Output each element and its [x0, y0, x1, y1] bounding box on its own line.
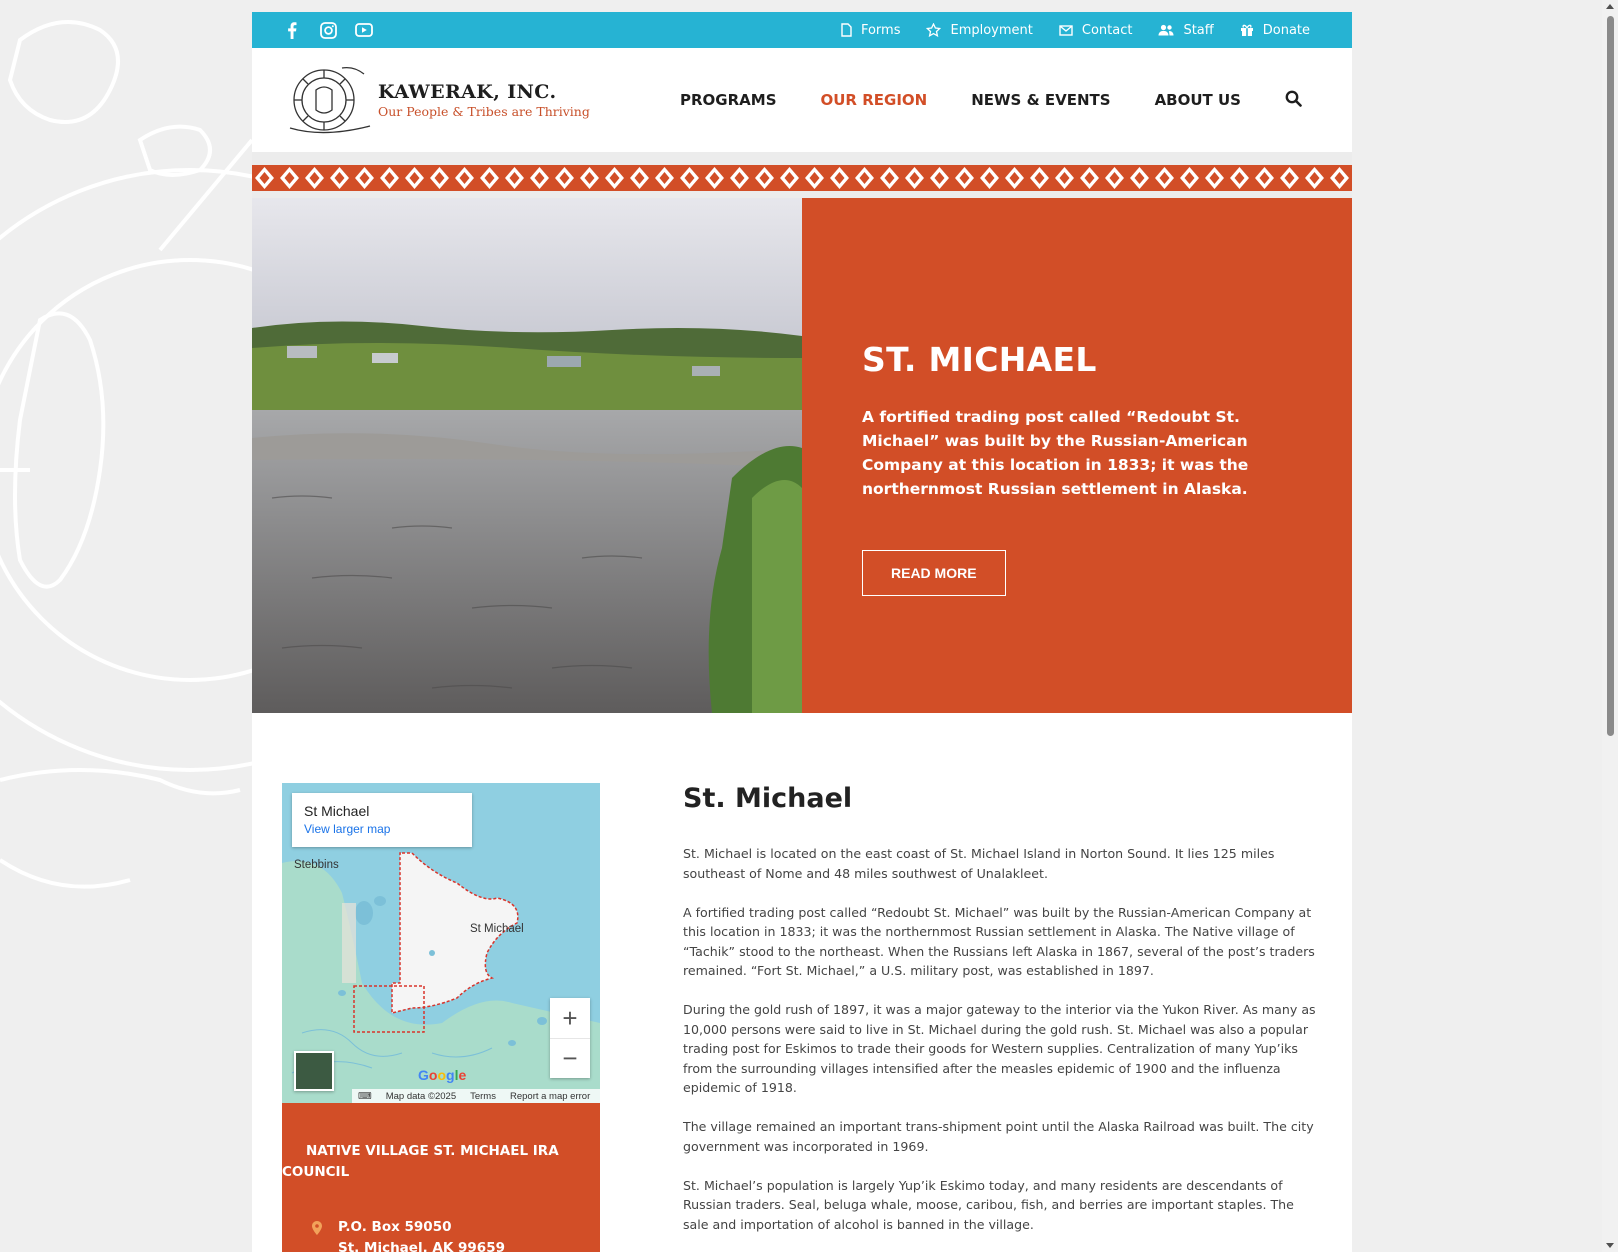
view-larger-map-link[interactable]: View larger map [304, 822, 460, 836]
article-paragraph: During the gold rush of 1897, it was a m… [683, 1002, 1316, 1095]
article-heading: St. Michael [683, 783, 853, 814]
nav-programs[interactable]: PROGRAMS [680, 91, 777, 109]
staff-label: Staff [1183, 22, 1214, 38]
facebook-icon[interactable] [282, 20, 302, 40]
forms-label: Forms [860, 22, 901, 38]
report-map-error-link[interactable]: Report a map error [510, 1091, 590, 1102]
address-line-1: P.O. Box 59050 [338, 1219, 452, 1235]
map-zoom-controls: + − [550, 998, 590, 1078]
employment-label: Employment [950, 22, 1033, 38]
main-nav: PROGRAMS OUR REGION NEWS & EVENTS ABOUT … [680, 90, 1302, 111]
kawerak-emblem-icon [289, 66, 371, 134]
map-info-card: St Michael View larger map [292, 793, 472, 847]
map-label-stebbins: Stebbins [294, 859, 339, 871]
zoom-out-button[interactable]: − [550, 1038, 590, 1078]
logo-tagline: Our People & Tribes are Thriving [378, 104, 590, 119]
background-line-art [0, 20, 252, 889]
read-more-button[interactable]: READ MORE [862, 550, 1006, 596]
contact-label: Contact [1081, 22, 1133, 38]
pattern-band [252, 152, 1352, 198]
nav-our-region[interactable]: OUR REGION [821, 91, 928, 109]
donate-link[interactable]: Donate [1240, 23, 1310, 38]
hero-section: ST. MICHAEL A fortified trading post cal… [252, 198, 1352, 713]
logo-name: KAWERAK, INC. [378, 81, 557, 103]
map-attribution: ⌨ Map data ©2025 Terms Report a map erro… [352, 1089, 600, 1103]
article: St. Michael St. Michael is located on th… [683, 783, 1323, 1252]
hero-panel: ST. MICHAEL A fortified trading post cal… [802, 198, 1352, 713]
article-paragraph: St. Michael is located on the east coast… [683, 846, 1275, 881]
council-address: P.O. Box 59050 St. Michael, AK 99659 [282, 1217, 600, 1252]
top-bar: Forms Employment Contact Staff Donate [252, 12, 1352, 48]
hero-river-photo [252, 198, 802, 713]
diamond-pattern [252, 165, 1352, 191]
map-label-st-michael: St Michael [470, 923, 524, 935]
star-icon [926, 23, 942, 37]
content-section: St Michael View larger map Stebbins St M… [252, 713, 1352, 1252]
donate-label: Donate [1262, 22, 1310, 38]
map-place-name: St Michael [304, 803, 370, 819]
employment-link[interactable]: Employment [926, 22, 1033, 38]
instagram-icon[interactable] [318, 20, 338, 40]
page-container: Forms Employment Contact Staff Donate KA… [252, 12, 1352, 1252]
nav-news-events[interactable]: NEWS & EVENTS [971, 91, 1110, 109]
site-header: KAWERAK, INC. Our People & Tribes are Th… [252, 48, 1352, 152]
contact-link[interactable]: Contact [1059, 22, 1133, 38]
zoom-in-button[interactable]: + [550, 998, 590, 1038]
search-icon[interactable] [1285, 90, 1302, 111]
site-logo[interactable]: KAWERAK, INC. Our People & Tribes are Th… [284, 60, 590, 140]
scrollbar-thumb[interactable] [1607, 16, 1614, 736]
map-data-text: Map data ©2025 [385, 1090, 457, 1102]
utility-links: Forms Employment Contact Staff Donate [841, 23, 1310, 38]
page-scrollbar[interactable] [1602, 0, 1618, 1252]
google-logo: Google [418, 1067, 467, 1083]
social-links [282, 20, 374, 40]
staff-link[interactable]: Staff [1158, 22, 1214, 38]
forms-link[interactable]: Forms [841, 22, 901, 38]
youtube-icon[interactable] [354, 20, 374, 40]
envelope-icon [1059, 24, 1073, 36]
keyboard-icon[interactable]: ⌨ [358, 1091, 372, 1102]
article-paragraph: A fortified trading post called “Redoubt… [683, 904, 1315, 979]
hero-summary: A fortified trading post called “Redoubt… [862, 408, 1249, 498]
satellite-toggle[interactable] [294, 1051, 334, 1091]
hero-title: ST. MICHAEL [862, 340, 1097, 379]
article-paragraph: The village remained an important trans-… [683, 1119, 1314, 1154]
users-icon [1158, 24, 1174, 36]
map-terms-link[interactable]: Terms [470, 1091, 496, 1102]
gift-icon [1240, 24, 1253, 36]
scroll-down-arrow-icon[interactable] [1606, 1243, 1614, 1248]
map-marker-icon [312, 1221, 322, 1235]
article-paragraph: St. Michael’s population is largely Yup’… [683, 1177, 1294, 1232]
file-icon [841, 23, 852, 37]
scroll-up-arrow-icon[interactable] [1606, 4, 1614, 9]
nav-about-us[interactable]: ABOUT US [1155, 91, 1241, 109]
embedded-map[interactable]: St Michael View larger map Stebbins St M… [282, 783, 600, 1103]
council-title: NATIVE VILLAGE ST. MICHAEL IRA COUNCIL [282, 1143, 559, 1180]
council-contact-box: NATIVE VILLAGE ST. MICHAEL IRA COUNCIL P… [282, 1103, 600, 1252]
address-line-2: St. Michael, AK 99659 [338, 1240, 505, 1252]
